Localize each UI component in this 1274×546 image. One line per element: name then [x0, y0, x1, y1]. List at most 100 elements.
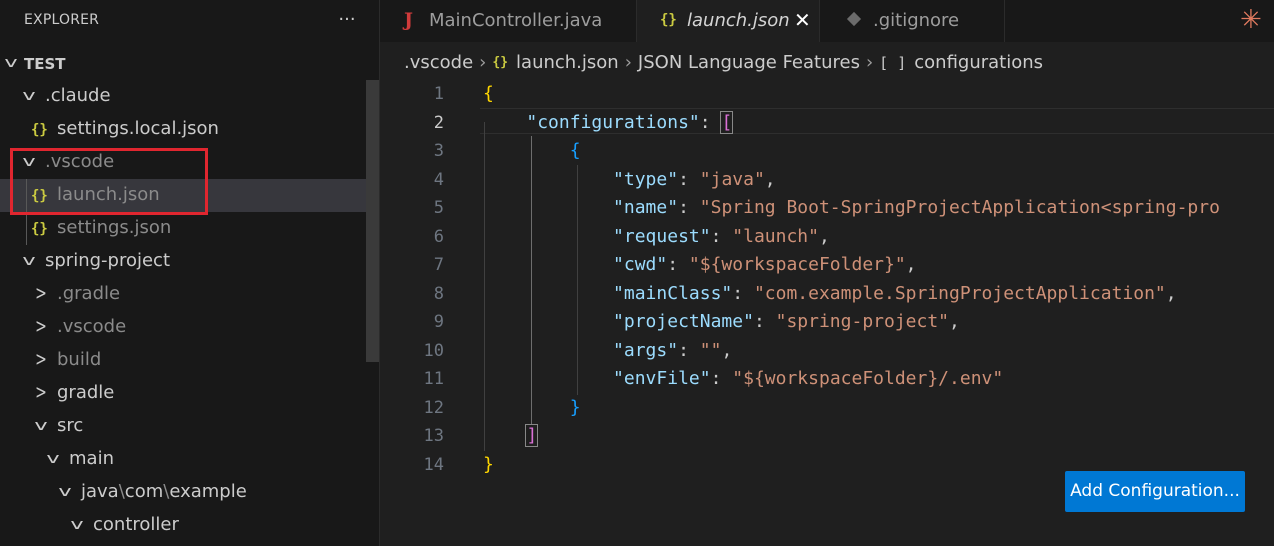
sidebar-scrollbar[interactable]	[366, 80, 379, 362]
tab-label: MainController.java	[429, 10, 603, 31]
more-actions-icon[interactable]: ···	[335, 6, 359, 34]
code-line: 1 {	[380, 80, 1274, 108]
breadcrumb-item[interactable]: .vscode	[404, 51, 473, 75]
code-text: {	[569, 140, 581, 161]
line-number: 2	[433, 112, 444, 133]
code-text: "envFile": "${workspaceFolder}/.env"	[613, 368, 1004, 389]
tree-item-label: java\com\example	[81, 481, 247, 503]
tree-item-label: TEST	[24, 55, 66, 73]
chevron-down-icon: v	[4, 55, 18, 71]
tree-item-gradle-hidden[interactable]: > .gradle	[0, 278, 379, 311]
tree-item-settings-json[interactable]: {} settings.json	[0, 212, 379, 245]
tab-gitignore[interactable]: .gitignore	[820, 0, 1005, 42]
git-icon	[846, 11, 862, 27]
breadcrumb-separator: ›	[479, 52, 487, 73]
path-segment: java	[81, 481, 119, 502]
code-text: "args": "",	[613, 339, 733, 361]
breadcrumb: .vscode ›{} launch.json › JSON Language Feat…	[404, 51, 1043, 75]
chevron-down-icon: v	[22, 88, 36, 104]
code-line: 6 "request": "launch",	[380, 223, 1274, 251]
line-number: 14	[423, 454, 444, 475]
chevron-down-icon: v	[46, 451, 60, 467]
line-number: 4	[433, 169, 444, 190]
breadcrumb-item[interactable]: configurations	[914, 51, 1043, 75]
chevron-down-icon: v	[34, 418, 48, 434]
line-number: 7	[433, 255, 444, 275]
braces-icon: {}	[492, 55, 509, 70]
code-text: "mainClass": "com.example.SpringProjectA…	[613, 282, 1177, 304]
tree-item-test[interactable]: v TEST	[0, 47, 379, 80]
line-number: 11	[423, 369, 444, 389]
code-line: 4 "type": "java",	[380, 166, 1274, 194]
tree-item-main[interactable]: v main	[0, 443, 379, 476]
tree-item-java-com-example[interactable]: v java\com\example	[0, 476, 379, 509]
code-line: 5 "name": "Spring Boot-SpringProjectAppl…	[380, 194, 1274, 222]
line-number: 10	[423, 340, 444, 361]
tree-item-label: src	[57, 415, 84, 436]
code-line: 12 }	[380, 394, 1274, 422]
explorer-title: EXPLORER	[24, 12, 100, 28]
line-number: 12	[423, 397, 444, 418]
tree-item-label: settings.local.json	[57, 118, 219, 139]
vscode-window: EXPLORER ··· v TEST v .claude {} setting…	[0, 0, 1274, 546]
chevron-right-icon: >	[35, 381, 47, 405]
line-number: 8	[433, 283, 444, 304]
code-line: 9 "projectName": "spring-project",	[380, 308, 1274, 336]
tree-item-gradle[interactable]: > gradle	[0, 377, 379, 410]
tree-item-label: spring-project	[45, 250, 171, 271]
editor-area: J MainController.java {} launch.json ✕ .…	[380, 0, 1274, 546]
tree-item-label: main	[69, 448, 114, 469]
tab-bar: J MainController.java {} launch.json ✕ .…	[380, 0, 1274, 42]
chevron-right-icon: >	[35, 348, 47, 372]
tree-item-label: settings.json	[57, 217, 172, 238]
explorer-sidebar: EXPLORER ··· v TEST v .claude {} setting…	[0, 0, 380, 546]
line-number: 6	[433, 226, 444, 247]
tree-item-settings-local-json[interactable]: {} settings.local.json	[0, 113, 379, 146]
java-icon: J	[404, 9, 413, 31]
tree-item-spring-project[interactable]: v spring-project	[0, 245, 379, 278]
file-tree: v TEST v .claude {} settings.local.json …	[0, 47, 379, 542]
tree-item-label: .vscode	[57, 316, 127, 337]
code-line: 7 "cwd": "${workspaceFolder}",	[380, 251, 1274, 279]
line-number: 9	[433, 312, 444, 332]
code-line: 11 "envFile": "${workspaceFolder}/.env"	[380, 365, 1274, 393]
code-text: "name": "Spring Boot-SpringProjectApplic…	[613, 197, 1220, 218]
close-icon[interactable]: ✕	[794, 8, 811, 32]
breadcrumb-item[interactable]: launch.json	[516, 51, 619, 75]
code-line: 10 "args": "",	[380, 337, 1274, 365]
tree-item-label: .gradle	[57, 283, 121, 304]
tree-item-claude[interactable]: v .claude	[0, 80, 379, 113]
tree-item-label: gradle	[57, 382, 115, 403]
code-text: "type": "java",	[613, 168, 776, 190]
braces-icon: {}	[660, 12, 677, 28]
tab-label: launch.json	[687, 10, 790, 31]
tab-main-controller[interactable]: J MainController.java	[380, 0, 637, 42]
code-text: {	[483, 83, 494, 104]
code-line: 13 ]	[380, 422, 1274, 450]
code-text: ]	[525, 424, 539, 447]
tab-label: .gitignore	[873, 10, 960, 31]
path-segment: example	[169, 481, 247, 502]
code-text: "request": "launch",	[613, 225, 830, 247]
tree-item-vscode-inner[interactable]: > .vscode	[0, 311, 379, 344]
add-configuration-button[interactable]: Add Configuration...	[1065, 471, 1245, 512]
breadcrumb-separator: ›	[865, 52, 874, 73]
line-number: 5	[433, 198, 444, 218]
tree-item-src[interactable]: v src	[0, 410, 379, 443]
tab-launch-json[interactable]: {} launch.json ✕	[637, 0, 820, 42]
breadcrumb-item[interactable]: JSON Language Features	[638, 51, 860, 75]
code-text: }	[483, 453, 494, 475]
annotation-highlight-box	[10, 148, 208, 215]
claude-spark-icon[interactable]: ✳	[1240, 6, 1262, 34]
tree-item-build[interactable]: > build	[0, 344, 379, 377]
braces-icon: {}	[31, 221, 48, 237]
braces-icon: {}	[31, 122, 48, 138]
explorer-header: EXPLORER ···	[0, 0, 379, 42]
code-editor[interactable]: 1 { 2 "configurations": [ 3 { 4 "type": …	[380, 80, 1274, 480]
tree-item-label: controller	[93, 514, 179, 535]
tree-item-controller[interactable]: v controller	[0, 509, 379, 542]
array-icon: [ ]	[879, 54, 907, 72]
code-text: }	[569, 396, 581, 418]
chevron-right-icon: >	[35, 282, 47, 306]
code-line: 2 "configurations": [	[380, 109, 1274, 137]
